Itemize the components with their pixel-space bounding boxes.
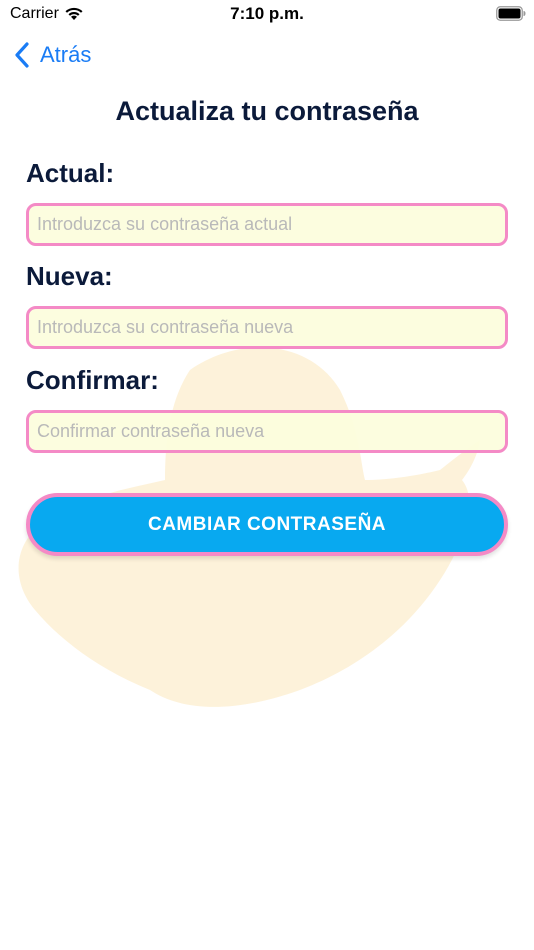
back-label: Atrás (40, 42, 92, 67)
change-password-button[interactable]: CAMBIAR CONTRASEÑA (26, 493, 508, 556)
confirm-password-input[interactable] (26, 410, 508, 453)
back-button[interactable]: Atrás (14, 40, 91, 70)
new-password-input[interactable] (26, 306, 508, 349)
status-time: 7:10 p.m. (230, 4, 304, 23)
current-password-input[interactable] (26, 203, 508, 246)
status-bar: Carrier 7:10 p.m. (0, 0, 534, 28)
chevron-left-icon (15, 42, 29, 68)
current-password-label: Actual: (26, 158, 115, 188)
page-title: Actualiza tu contraseña (115, 96, 419, 126)
battery-icon (496, 6, 526, 21)
confirm-password-label: Confirmar: (26, 365, 159, 395)
new-password-label: Nueva: (26, 261, 113, 291)
